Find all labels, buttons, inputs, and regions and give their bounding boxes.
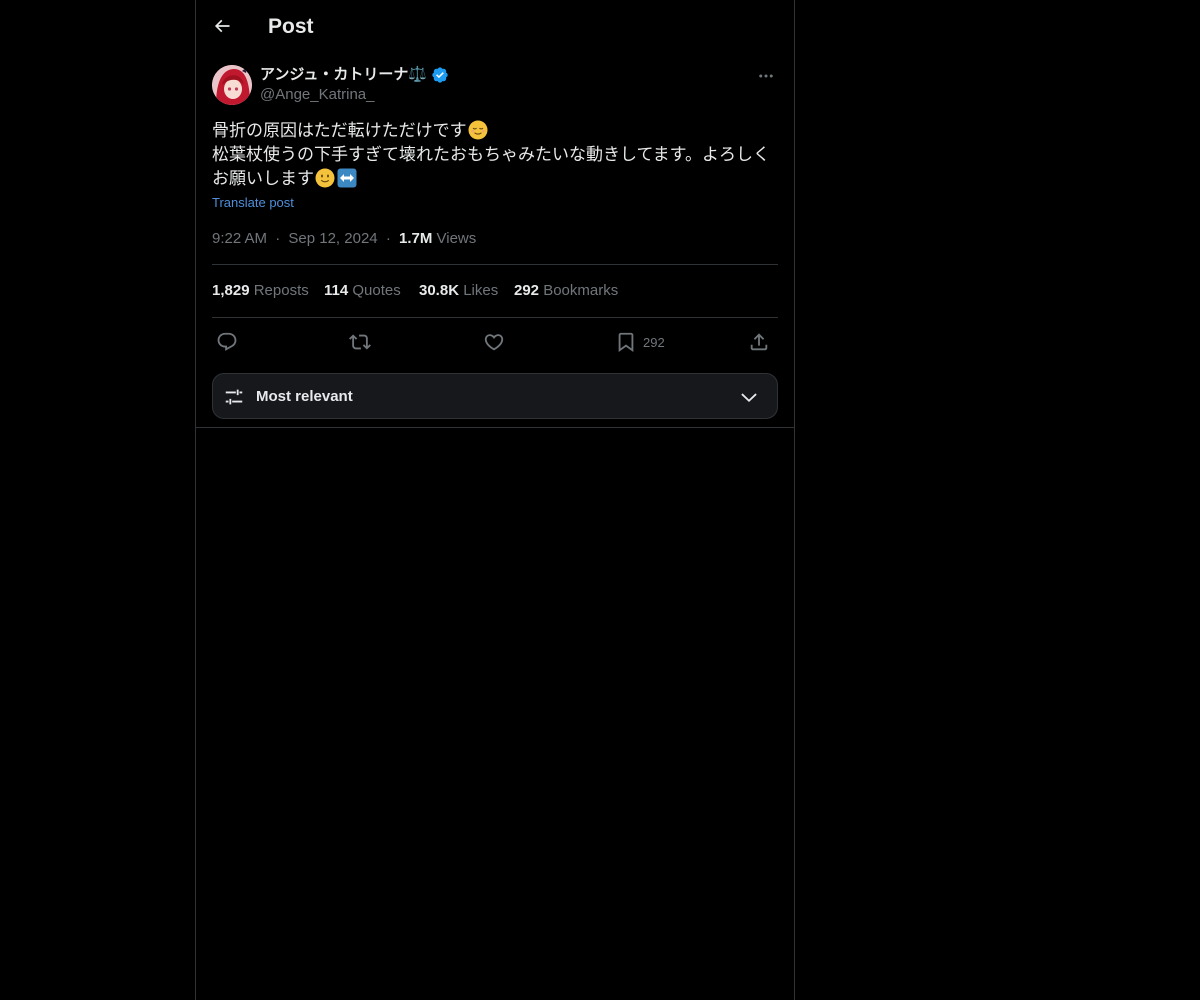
reply-icon — [217, 332, 237, 351]
reposts-count: 1,829 — [212, 282, 250, 299]
quotes-stat[interactable]: 114 Quotes — [324, 281, 401, 301]
meta-separator: · — [275, 230, 281, 247]
likes-count: 30.8K — [419, 282, 460, 299]
more-options-button[interactable] — [754, 64, 778, 88]
repost-button[interactable] — [349, 328, 371, 356]
left-right-arrow-emoji-icon — [337, 168, 357, 188]
meta-separator-2: · — [385, 230, 391, 247]
views-label: Views — [436, 230, 477, 247]
reply-sort-dropdown[interactable]: Most relevant — [212, 373, 778, 419]
tweet-meta: 9:22 AM · Sep 12, 2024 · 1.7M Views — [212, 229, 476, 249]
arrow-left-icon — [214, 19, 230, 33]
author-display-name[interactable]: アンジュ・カトリーナ⚖️ — [260, 65, 427, 85]
divider-top — [212, 264, 778, 265]
bookmark-count: 292 — [643, 334, 665, 350]
heart-icon — [484, 334, 504, 351]
verified-badge-icon[interactable] — [431, 66, 449, 84]
repost-icon — [349, 334, 371, 350]
likes-stat[interactable]: 30.8K Likes — [419, 281, 498, 301]
translate-post-link[interactable]: Translate post — [212, 195, 294, 211]
bookmark-icon — [618, 332, 634, 353]
like-button[interactable] — [483, 328, 505, 356]
relieved-face-emoji-icon — [468, 120, 488, 140]
action-bar: 292 — [212, 328, 778, 356]
likes-label: Likes — [463, 282, 499, 299]
avatar[interactable] — [212, 65, 252, 105]
share-icon — [750, 333, 768, 351]
tweet-line-3: お願いします — [212, 167, 778, 191]
more-dots-icon — [759, 74, 773, 78]
author-handle[interactable]: @Ange_Katrina_ — [260, 85, 374, 105]
bookmark-button[interactable]: 292 — [615, 328, 665, 356]
slightly-smiling-face-emoji-icon — [315, 168, 335, 188]
divider-middle — [212, 317, 778, 318]
chevron-down-icon — [741, 393, 757, 403]
section-divider — [196, 427, 794, 428]
reply-button[interactable] — [216, 328, 238, 356]
sliders-icon — [225, 389, 243, 405]
avatar-image — [212, 65, 252, 105]
bookmarks-stat[interactable]: 292 Bookmarks — [514, 281, 618, 301]
tweet-line-3-text: お願いします — [212, 169, 314, 188]
share-button[interactable] — [748, 328, 770, 356]
tweet-line-2: 松葉杖使うの下手すぎて壊れたおもちゃみたいな動きしてます。よろしく — [212, 145, 770, 164]
quotes-label: Quotes — [352, 282, 401, 299]
back-button[interactable] — [208, 12, 236, 40]
sort-label: Most relevant — [256, 388, 353, 405]
engagement-stats: 1,829 Reposts 114 Quotes 30.8K Likes 292… — [212, 281, 778, 303]
tweet-line-1-text: 骨折の原因はただ転けただけです — [212, 121, 467, 140]
quotes-count: 114 — [324, 282, 349, 299]
bookmarks-label: Bookmarks — [543, 282, 619, 299]
tweet-time[interactable]: 9:22 AM — [212, 230, 267, 247]
reposts-label: Reposts — [253, 282, 309, 299]
tweet-date[interactable]: Sep 12, 2024 — [288, 230, 377, 247]
header-bar: Post — [196, 0, 794, 53]
page-title: Post — [268, 15, 314, 38]
views-count: 1.7M — [398, 230, 433, 247]
bookmarks-count: 292 — [514, 282, 540, 299]
post-column: Post アンジュ・カトリーナ⚖️ @Ange_Katrina_ 骨折の原因はた… — [195, 0, 795, 1000]
tweet-line-1: 骨折の原因はただ転けただけです — [212, 119, 778, 143]
tweet-text: 骨折の原因はただ転けただけです 松葉杖使うの下手すぎて壊れたおもちゃみたいな動き… — [212, 119, 778, 191]
reposts-stat[interactable]: 1,829 Reposts — [212, 281, 309, 301]
